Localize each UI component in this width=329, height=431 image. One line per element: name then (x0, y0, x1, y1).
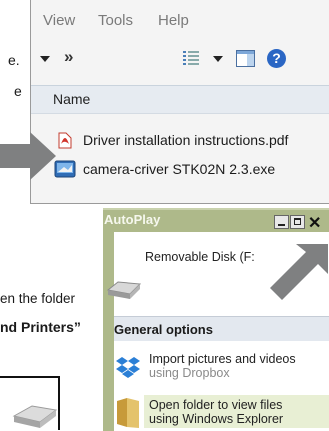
option-subtitle: using Windows Explorer (149, 412, 284, 426)
column-header-label: Name (53, 91, 91, 107)
help-icon[interactable]: ? (267, 49, 286, 68)
autoplay-titlebar[interactable]: AutoPlay ✕ (103, 210, 329, 232)
preview-pane-icon[interactable] (236, 50, 255, 67)
pdf-icon (58, 132, 72, 149)
option-subtitle: using Dropbox (149, 366, 230, 380)
option-open-folder[interactable]: Open folder to view files using Windows … (114, 395, 329, 431)
disk-drive-icon (12, 405, 58, 428)
option-title: Open folder to view files (149, 398, 283, 412)
file-name: Driver installation instructions.pdf (83, 132, 289, 148)
menu-bar: View Tools Help (31, 12, 329, 34)
explorer-window: View Tools Help » ? Name Driver installa… (30, 0, 329, 204)
dropbox-icon (116, 357, 140, 378)
installer-exe-icon (54, 160, 76, 178)
callout-diagonal-arrow-icon (270, 244, 328, 300)
dropdown-caret-icon[interactable] (40, 56, 50, 63)
drive-label: Removable Disk (F: (145, 250, 255, 264)
view-dropdown-caret-icon[interactable] (213, 56, 223, 63)
menu-view[interactable]: View (43, 12, 75, 29)
doc-text-line-4: nd Printers” (0, 319, 81, 335)
removable-disk-icon (106, 281, 142, 299)
doc-text-line-3: en the folder (0, 291, 76, 306)
maximize-button[interactable] (290, 215, 305, 229)
drive-illustration-box (0, 376, 60, 430)
toolbar-overflow-chevron-icon[interactable]: » (64, 47, 73, 67)
file-row-exe[interactable]: camera-criver STK02N 2.3.exe (41, 159, 329, 181)
file-row-pdf[interactable]: Driver installation instructions.pdf (41, 130, 329, 152)
doc-text-line-2: e (14, 83, 22, 99)
toolbar: » ? (31, 38, 329, 78)
view-details-icon[interactable] (182, 50, 200, 67)
doc-text-line-1: e. (8, 52, 20, 68)
general-options-header: General options (114, 316, 329, 341)
autoplay-title: AutoPlay (104, 212, 161, 227)
folder-icon (117, 398, 139, 428)
section-title: General options (114, 322, 213, 337)
file-name: camera-criver STK02N 2.3.exe (83, 161, 276, 177)
option-import-dropbox[interactable]: Import pictures and videos using Dropbox (114, 350, 329, 388)
minimize-button[interactable] (274, 215, 289, 229)
column-header-name[interactable]: Name (31, 85, 329, 114)
close-icon[interactable]: ✕ (308, 213, 321, 233)
menu-help[interactable]: Help (158, 12, 189, 29)
autoplay-window: AutoPlay ✕ Removable Disk (F: General op… (103, 208, 329, 431)
option-title: Import pictures and videos (149, 352, 296, 366)
menu-tools[interactable]: Tools (98, 12, 133, 29)
callout-arrow-icon (0, 132, 56, 180)
